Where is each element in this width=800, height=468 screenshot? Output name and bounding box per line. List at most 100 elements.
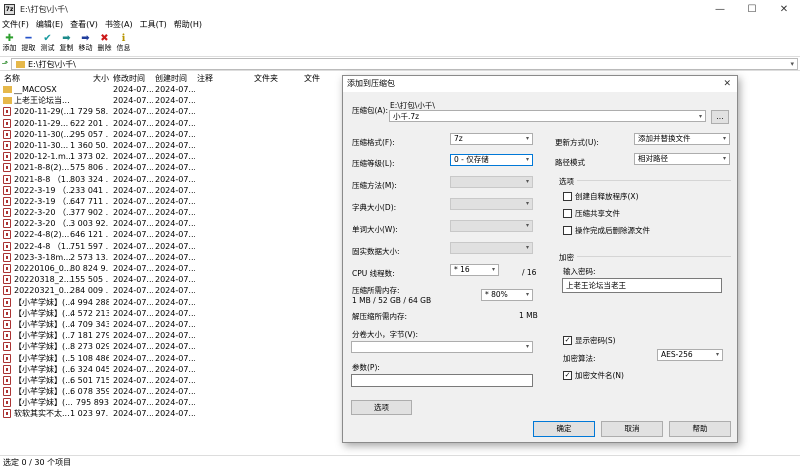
- archive-icon: [3, 286, 11, 296]
- file-created: 2024-07...: [155, 185, 195, 195]
- column-modified[interactable]: 修改时间: [113, 73, 145, 84]
- memory-select[interactable]: * 80% ▾: [481, 289, 533, 301]
- file-size: 646 121 ...: [70, 230, 109, 240]
- file-created: 2024-07...: [155, 241, 195, 251]
- parameters-input[interactable]: [351, 374, 533, 387]
- close-window-button[interactable]: ✕: [768, 0, 800, 18]
- threads-select[interactable]: * 16 ▾: [450, 264, 499, 276]
- file-size: 1 729 58...: [70, 107, 109, 117]
- show-password-checkbox[interactable]: ✓ 显示密码(S): [563, 335, 616, 346]
- window-controls: — ☐ ✕: [704, 0, 800, 18]
- column-comment[interactable]: 注释: [197, 73, 213, 84]
- update-mode-select[interactable]: 添加并替换文件 ▾: [634, 133, 730, 145]
- menu-bar: 文件(F) 编辑(E) 查看(V) 书签(A) 工具(T) 帮助(H): [0, 18, 800, 31]
- move-button[interactable]: ➡ 移动: [76, 31, 95, 56]
- extract-button[interactable]: ━ 提取: [19, 31, 38, 56]
- file-modified: 2024-07...: [113, 185, 153, 195]
- compress-shared-checkbox[interactable]: 压缩共享文件: [563, 208, 620, 219]
- level-value: 0 - 仅存储: [454, 155, 489, 164]
- column-created[interactable]: 创建时间: [155, 73, 187, 84]
- delete-after-checkbox[interactable]: 操作完成后删除源文件: [563, 225, 650, 236]
- format-select[interactable]: 7z ▾: [450, 133, 533, 145]
- file-size: 8 273 029: [70, 342, 109, 352]
- copy-button[interactable]: ➡ 复制: [57, 31, 76, 56]
- encrypt-filenames-checkbox[interactable]: ✓ 加密文件名(N): [563, 370, 624, 381]
- file-modified: 2024-07...: [113, 275, 153, 285]
- test-button[interactable]: ✔ 测试: [38, 31, 57, 56]
- file-created: 2024-07...: [155, 264, 195, 273]
- menu-help[interactable]: 帮助(H): [174, 19, 202, 30]
- chevron-down-icon: ▾: [698, 113, 702, 120]
- info-button[interactable]: ℹ 信息: [114, 31, 133, 56]
- delete-button[interactable]: ✖ 删除: [95, 31, 114, 56]
- menu-edit[interactable]: 编辑(E): [36, 19, 63, 30]
- archive-icon: [3, 107, 11, 117]
- help-button[interactable]: 帮助: [669, 421, 731, 437]
- archive-icon: [3, 353, 11, 363]
- memory-label: 压缩所需内存:: [352, 286, 400, 295]
- encryption-method-value: AES-256: [661, 350, 693, 359]
- archive-name-combo[interactable]: 小千.7z ▾: [389, 110, 706, 122]
- split-volume-combo[interactable]: ▾: [351, 341, 533, 353]
- check-icon: ✔: [43, 33, 52, 44]
- file-created: 2024-07...: [155, 208, 195, 218]
- menu-tools[interactable]: 工具(T): [140, 19, 167, 30]
- column-files[interactable]: 文件: [304, 73, 320, 84]
- minimize-button[interactable]: —: [704, 0, 736, 18]
- file-name: 上老王论坛当...: [14, 96, 70, 106]
- create-sfx-checkbox[interactable]: 创建自释放程序(X): [563, 191, 639, 202]
- level-select[interactable]: 0 - 仅存储 ▾: [450, 154, 533, 166]
- menu-bookmarks[interactable]: 书签(A): [105, 19, 133, 30]
- archive-icon: [3, 375, 11, 385]
- file-modified: 2024-07...: [113, 163, 153, 173]
- method-label: 压缩方法(M):: [352, 181, 397, 190]
- column-folders[interactable]: 文件夹: [254, 73, 278, 84]
- threads-total: / 16: [522, 268, 537, 277]
- format-value: 7z: [454, 134, 463, 143]
- encrypt-filenames-label: 加密文件名(N): [575, 371, 624, 380]
- cancel-button[interactable]: 取消: [601, 421, 663, 437]
- dictionary-label: 字典大小(D):: [352, 203, 397, 212]
- chevron-down-icon[interactable]: ▾: [790, 60, 794, 68]
- file-size: 233 041 ...: [70, 185, 109, 195]
- maximize-button[interactable]: ☐: [736, 0, 768, 18]
- chevron-down-icon: ▾: [525, 244, 529, 251]
- file-modified: 2024-07...: [113, 152, 153, 162]
- file-size: 7 181 279: [70, 331, 109, 341]
- up-folder-icon[interactable]: ⬏: [0, 59, 10, 68]
- password-input[interactable]: 上老王论坛当老王: [562, 278, 722, 293]
- browse-button[interactable]: ...: [711, 110, 729, 124]
- options-group-divider: [577, 180, 731, 181]
- encryption-method-label: 加密算法:: [563, 354, 596, 363]
- dialog-title-bar: 添加到压缩包 ✕: [343, 76, 737, 92]
- file-created: 2024-07...: [155, 219, 195, 229]
- archive-icon: [3, 118, 11, 128]
- file-size: 284 009 ...: [70, 286, 109, 296]
- column-name[interactable]: 名称: [4, 73, 20, 84]
- chevron-down-icon: ▾: [525, 156, 529, 163]
- file-created: 2024-07...: [155, 275, 195, 285]
- chevron-down-icon: ▾: [525, 200, 529, 207]
- close-icon[interactable]: ✕: [723, 76, 731, 92]
- file-modified: 2024-07...: [113, 252, 153, 262]
- ok-button[interactable]: 确定: [533, 421, 595, 437]
- file-created: 2024-07...: [155, 252, 195, 262]
- update-mode-value: 添加并替换文件: [638, 134, 691, 143]
- dialog-title: 添加到压缩包: [347, 79, 395, 88]
- menu-view[interactable]: 查看(V): [70, 19, 98, 30]
- options-button[interactable]: 选项: [351, 400, 412, 415]
- add-button[interactable]: ✚ 添加: [0, 31, 19, 56]
- path-mode-label: 路径模式: [555, 158, 585, 167]
- file-size: 803 324 ...: [70, 174, 109, 184]
- encryption-method-select[interactable]: AES-256 ▾: [657, 349, 723, 361]
- add-label: 添加: [2, 44, 17, 52]
- file-created: 2024-07...: [155, 118, 195, 128]
- copy-label: 复制: [59, 44, 74, 52]
- word-size-select: ▾: [450, 220, 533, 232]
- file-modified: 2024-07...: [113, 286, 153, 296]
- menu-file[interactable]: 文件(F): [2, 19, 29, 30]
- path-mode-select[interactable]: 相对路径 ▾: [634, 153, 730, 165]
- address-input[interactable]: E:\打包\小千\ ▾: [11, 58, 798, 70]
- file-size: 751 597 ...: [70, 241, 109, 251]
- column-size[interactable]: 大小: [93, 73, 109, 84]
